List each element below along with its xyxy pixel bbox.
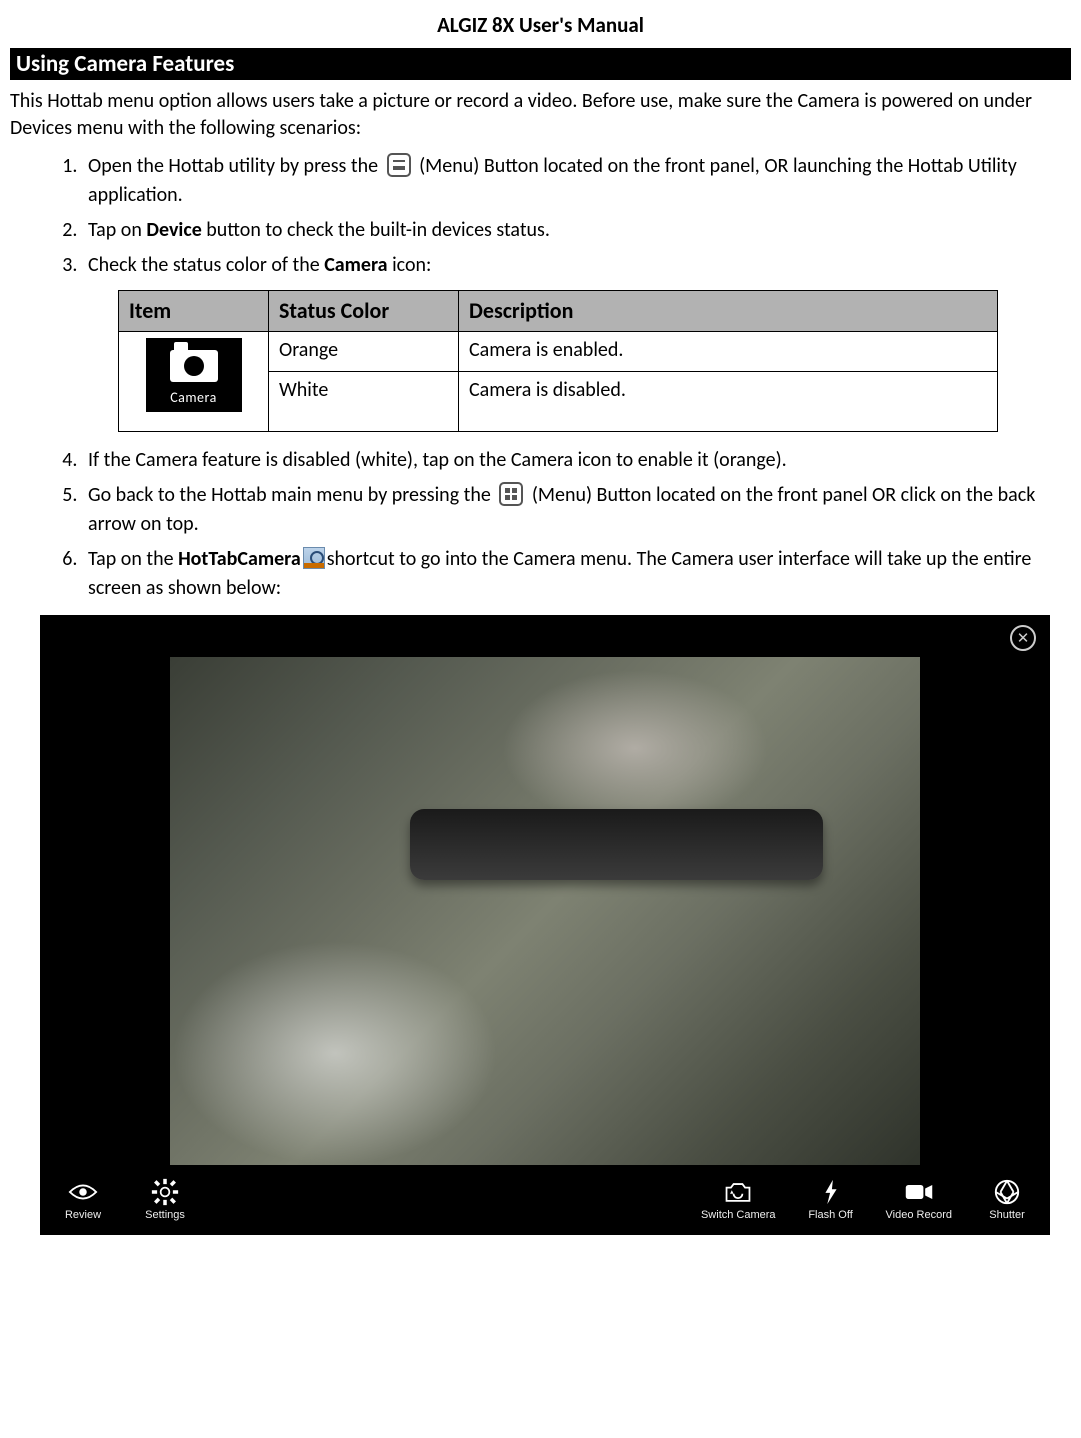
camera-toolbar: Review Settings Switch Camera Flash Off (40, 1169, 1050, 1235)
th-color: Status Color (269, 291, 459, 332)
video-record-button[interactable]: Video Record (886, 1178, 952, 1221)
intro-paragraph: This Hottab menu option allows users tak… (10, 88, 1071, 142)
cell-desc-0: Camera is enabled. (459, 331, 998, 371)
flash-off-icon (815, 1178, 847, 1206)
switch-camera-label: Switch Camera (701, 1209, 776, 1221)
step-5: Go back to the Hottab main menu by press… (82, 481, 1071, 539)
switch-camera-icon (722, 1178, 754, 1206)
menu-icon (387, 153, 411, 177)
camera-app-screenshot: ✕ Review Settings Switch Camera (40, 615, 1050, 1235)
cell-desc-1: Camera is disabled. (459, 371, 998, 431)
status-table: Item Status Color Description Camera Ora… (118, 290, 998, 432)
section-heading: Using Camera Features (10, 48, 1071, 80)
step-2: Tap on Device button to check the built-… (82, 216, 1071, 245)
video-record-icon (903, 1178, 935, 1206)
close-button[interactable]: ✕ (1010, 625, 1036, 651)
shutter-label: Shutter (989, 1209, 1024, 1221)
step-3-text-b: icon: (388, 253, 432, 277)
step-1-text-a: Open the Hottab utility by press the (88, 154, 383, 178)
camera-tile: Camera (146, 338, 242, 412)
settings-button[interactable]: Settings (138, 1178, 192, 1221)
shutter-button[interactable]: Shutter (980, 1178, 1034, 1221)
gear-icon (149, 1178, 181, 1206)
camera-tile-label: Camera (150, 388, 238, 408)
camera-preview (170, 657, 920, 1165)
review-button[interactable]: Review (56, 1178, 110, 1221)
step-1: Open the Hottab utility by press the (Me… (82, 152, 1071, 210)
close-icon: ✕ (1017, 629, 1030, 647)
review-label: Review (65, 1209, 101, 1221)
page-title: ALGIZ 8X User's Manual (10, 0, 1071, 48)
switch-camera-button[interactable]: Switch Camera (701, 1178, 776, 1221)
table-row: Camera Orange Camera is enabled. (119, 331, 998, 371)
camera-icon (170, 350, 218, 382)
settings-label: Settings (145, 1209, 185, 1221)
step-2-text-a: Tap on (88, 218, 146, 242)
step-3-text-a: Check the status color of the (88, 253, 324, 277)
steps-list: Open the Hottab utility by press the (Me… (10, 152, 1071, 603)
camera-icon-cell: Camera (119, 331, 269, 431)
step-2-text-b: button to check the built-in devices sta… (202, 218, 550, 242)
table-header-row: Item Status Color Description (119, 291, 998, 332)
step-6-text-a: Tap on the (88, 547, 178, 571)
hottabcamera-shortcut-icon (303, 547, 325, 569)
th-item: Item (119, 291, 269, 332)
flash-label: Flash Off (808, 1209, 852, 1221)
step-5-text-a: Go back to the Hottab main menu by press… (88, 483, 495, 507)
eye-icon (67, 1178, 99, 1206)
cell-color-1: White (269, 371, 459, 431)
step-3: Check the status color of the Camera ico… (82, 251, 1071, 432)
step-6: Tap on the HotTabCamerashortcut to go in… (82, 545, 1071, 603)
step-2-bold: Device (146, 218, 201, 242)
preview-phone (410, 809, 823, 880)
cell-color-0: Orange (269, 331, 459, 371)
flash-button[interactable]: Flash Off (804, 1178, 858, 1221)
video-record-label: Video Record (886, 1209, 952, 1221)
step-4: If the Camera feature is disabled (white… (82, 446, 1071, 475)
shutter-icon (991, 1178, 1023, 1206)
step-3-bold: Camera (324, 253, 387, 277)
step-6-bold: HotTabCamera (178, 547, 301, 571)
menu-grid-icon (499, 482, 523, 506)
th-desc: Description (459, 291, 998, 332)
